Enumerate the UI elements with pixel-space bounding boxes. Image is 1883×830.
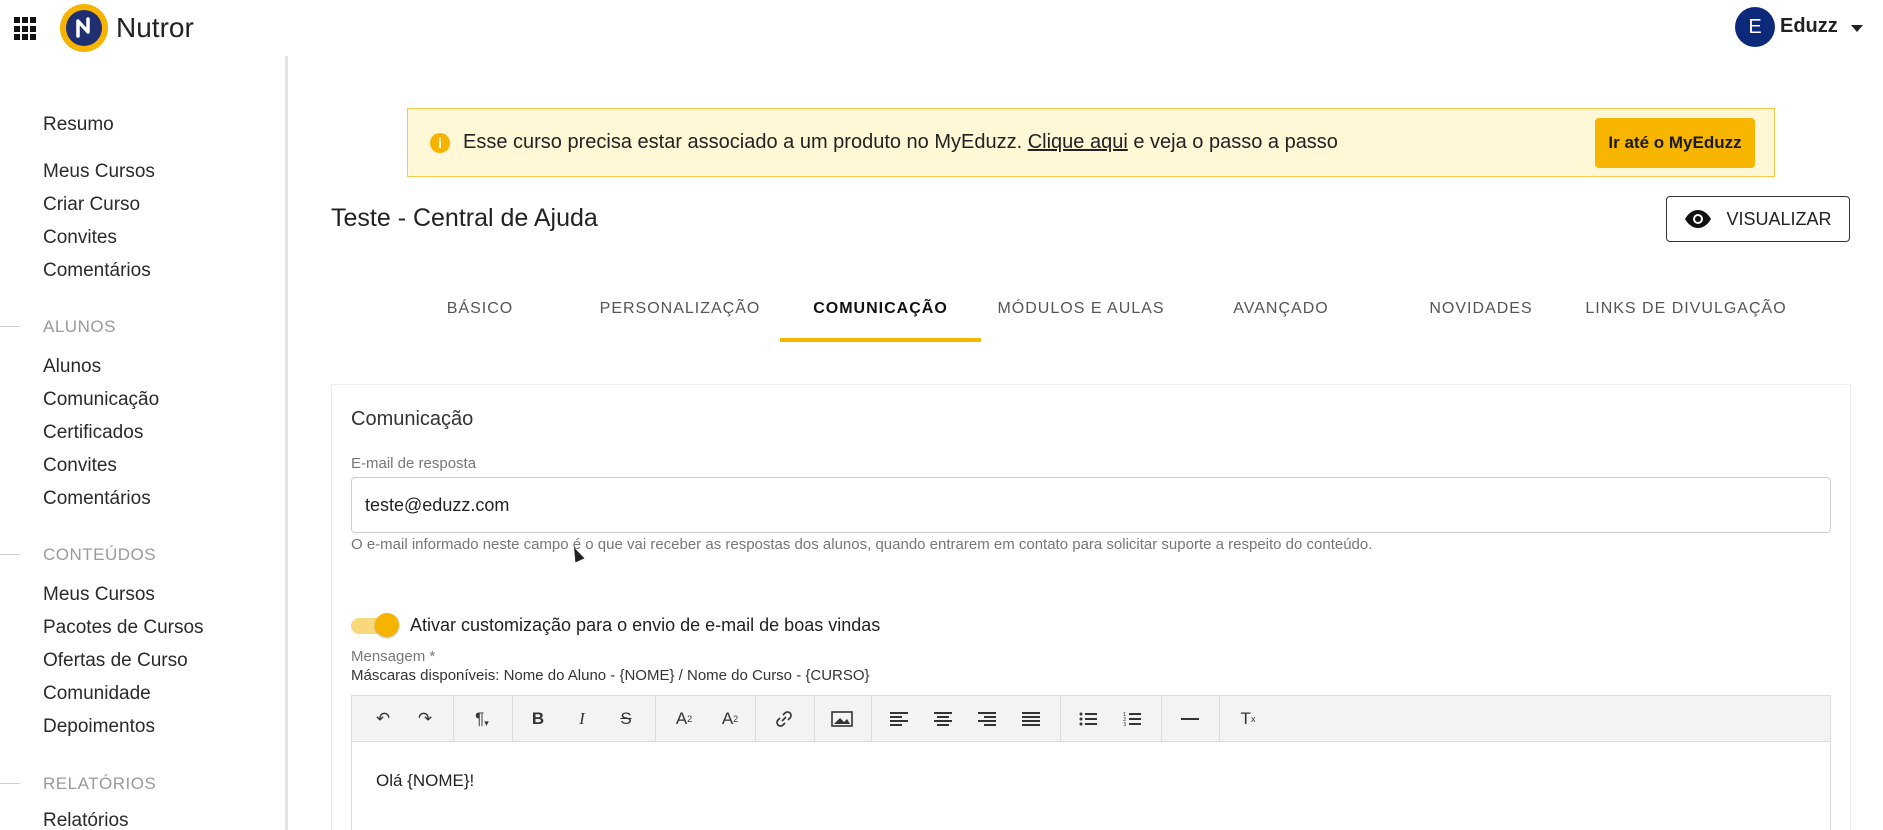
toolbar-divider [814, 696, 815, 741]
go-to-myeduzz-button[interactable]: Ir até o MyEduzz [1595, 118, 1755, 168]
link-icon[interactable] [764, 696, 804, 741]
page-title: Teste - Central de Ajuda [331, 204, 598, 232]
tab-links-de-divulgacao[interactable]: LINKS DE DIVULGAÇÃO [1581, 300, 1791, 342]
brand-name: Nutror [116, 12, 194, 43]
sidebar-item-alunos[interactable]: Alunos [43, 356, 101, 378]
image-icon[interactable] [822, 696, 862, 741]
horizontal-line-icon[interactable] [1170, 696, 1210, 741]
sidebar-item-comentarios-alunos[interactable]: Comentários [43, 488, 151, 510]
banner-text-before: Esse curso precisa estar associado a um … [463, 131, 1028, 153]
email-field-label: E-mail de resposta [351, 455, 477, 472]
banner-text-after: e veja o passo a passo [1127, 131, 1338, 153]
subscript-icon[interactable]: A2 [710, 696, 750, 741]
message-editor[interactable] [351, 742, 1831, 830]
sidebar-item-pacotes-de-cursos[interactable]: Pacotes de Cursos [43, 617, 204, 639]
sidebar-item-ofertas-de-curso[interactable]: Ofertas de Curso [43, 650, 188, 672]
redo-icon[interactable]: ↷ [405, 696, 445, 741]
sidebar-item-meus-cursos[interactable]: Meus Cursos [43, 161, 155, 183]
align-left-icon[interactable] [879, 696, 919, 741]
tab-personalizacao[interactable]: PERSONALIZAÇÃO [580, 300, 780, 342]
section-divider [0, 326, 20, 327]
user-name[interactable]: Eduzz [1780, 15, 1838, 38]
message-label: Mensagem * [351, 648, 436, 665]
align-justify-icon[interactable] [1011, 696, 1051, 741]
undo-icon[interactable]: ↶ [363, 696, 403, 741]
section-label-relatorios: RELATÓRIOS [43, 774, 157, 793]
banner-message: Esse curso precisa estar associado a um … [463, 131, 1338, 154]
align-center-icon[interactable] [923, 696, 963, 741]
banner-link[interactable]: Clique aqui [1028, 131, 1128, 153]
italic-icon[interactable]: I [562, 696, 602, 741]
bullet-list-icon[interactable] [1068, 696, 1108, 741]
toggle-thumb [375, 613, 399, 637]
toolbar-divider [655, 696, 656, 741]
strikethrough-icon[interactable]: S [606, 696, 646, 741]
tab-basico[interactable]: BÁSICO [420, 300, 540, 342]
welcome-email-toggle[interactable] [351, 613, 399, 637]
email-helper-text: O e-mail informado neste campo é o que v… [351, 536, 1373, 553]
toolbar-divider [871, 696, 872, 741]
sidebar-item-criar-curso[interactable]: Criar Curso [43, 194, 140, 216]
available-masks-text: Máscaras disponíveis: Nome do Aluno - {N… [351, 667, 870, 684]
sidebar-item-certificados[interactable]: Certificados [43, 422, 143, 444]
toolbar-divider [512, 696, 513, 741]
numbered-list-icon[interactable]: 123 [1112, 696, 1152, 741]
editor-toolbar: ↶ ↷ ¶ ▾ B I S A2 A2 123 Tx [351, 695, 1831, 742]
section-title: Comunicação [351, 408, 474, 430]
toolbar-divider [1219, 696, 1220, 741]
sidebar-item-comentarios[interactable]: Comentários [43, 260, 151, 282]
sidebar-item-meus-cursos-conteudos[interactable]: Meus Cursos [43, 584, 155, 606]
sidebar-item-comunicacao[interactable]: Comunicação [43, 389, 159, 411]
sidebar-item-depoimentos[interactable]: Depoimentos [43, 716, 155, 738]
svg-text:3: 3 [1123, 722, 1126, 726]
view-button-label: VISUALIZAR [1726, 208, 1832, 229]
tab-novidades[interactable]: NOVIDADES [1381, 300, 1581, 342]
align-right-icon[interactable] [967, 696, 1007, 741]
tab-comunicacao[interactable]: COMUNICAÇÃO [780, 300, 981, 342]
tab-modulos-e-aulas[interactable]: MÓDULOS E AULAS [981, 300, 1181, 342]
toggle-label: Ativar customização para o envio de e-ma… [410, 615, 881, 635]
tab-avancado[interactable]: AVANÇADO [1181, 300, 1381, 342]
info-icon: i [430, 133, 450, 153]
toolbar-divider [755, 696, 756, 741]
top-bar: Nutror E Eduzz [0, 0, 1883, 56]
toolbar-divider [1060, 696, 1061, 741]
apps-grid-icon[interactable] [14, 17, 38, 41]
sidebar-item-resumo[interactable]: Resumo [43, 114, 114, 136]
toolbar-divider [453, 696, 454, 741]
nutror-logo-icon[interactable] [60, 4, 108, 52]
sidebar-item-comunidade[interactable]: Comunidade [43, 683, 151, 705]
view-button[interactable]: VISUALIZAR [1666, 196, 1850, 242]
sidebar-item-convites[interactable]: Convites [43, 227, 117, 249]
section-divider [0, 554, 20, 555]
section-label-conteudos: CONTEÚDOS [43, 545, 157, 564]
active-tab-indicator [780, 338, 981, 342]
chevron-down-icon[interactable] [1851, 25, 1863, 32]
sidebar: Resumo Meus Cursos Criar Curso Convites … [0, 56, 288, 830]
paragraph-format-icon[interactable]: ¶ ▾ [462, 696, 502, 741]
reply-email-input[interactable] [351, 477, 1831, 533]
clear-formatting-icon[interactable]: Tx [1228, 696, 1268, 741]
sidebar-item-convites-alunos[interactable]: Convites [43, 455, 117, 477]
section-divider [0, 783, 20, 784]
toolbar-divider [1161, 696, 1162, 741]
section-label-alunos: ALUNOS [43, 317, 116, 336]
bold-icon[interactable]: B [518, 696, 558, 741]
editor-content[interactable]: Olá {NOME}! [376, 771, 474, 791]
sidebar-item-relatorios[interactable]: Relatórios [43, 810, 129, 830]
eye-icon [1685, 210, 1712, 228]
product-warning-banner: i Esse curso precisa estar associado a u… [407, 108, 1775, 177]
superscript-icon[interactable]: A2 [664, 696, 704, 741]
avatar[interactable]: E [1735, 7, 1775, 47]
